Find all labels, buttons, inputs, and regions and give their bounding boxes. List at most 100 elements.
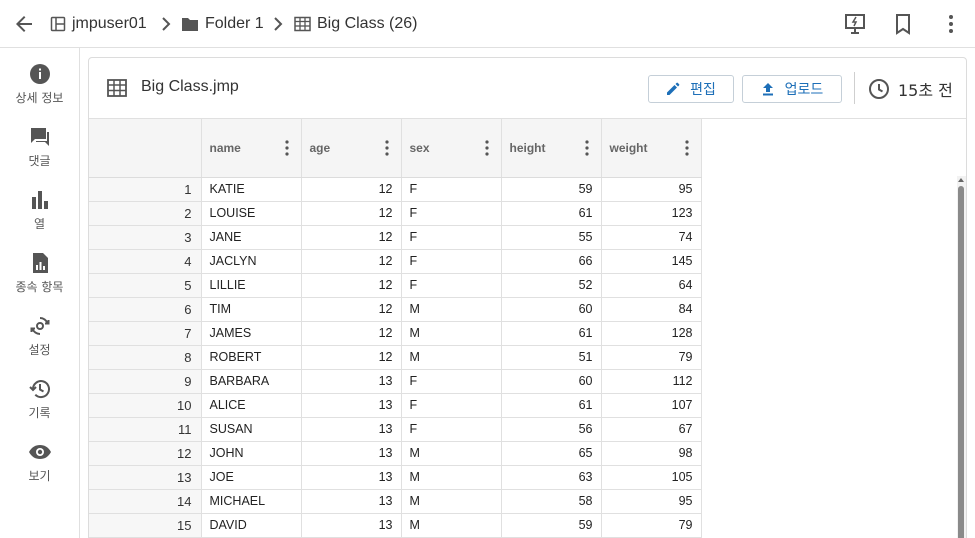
table-cell-height[interactable]: 66 bbox=[501, 249, 602, 274]
table-cell-age[interactable]: 13 bbox=[301, 441, 402, 466]
table-cell-sex[interactable]: F bbox=[401, 417, 502, 442]
table-cell-height[interactable]: 61 bbox=[501, 393, 602, 418]
table-cell-age[interactable]: 12 bbox=[301, 249, 402, 274]
edit-button[interactable]: 편집 bbox=[648, 75, 734, 103]
table-cell-age[interactable]: 13 bbox=[301, 369, 402, 394]
column-menu-icon[interactable] bbox=[584, 140, 589, 156]
column-header[interactable]: height bbox=[501, 119, 602, 178]
row-number[interactable]: 2 bbox=[89, 201, 202, 226]
table-row[interactable]: 4 JACLYN 12 F 66 145 bbox=[89, 249, 702, 274]
table-cell-weight[interactable]: 95 bbox=[601, 489, 702, 514]
table-cell-name[interactable]: JAMES bbox=[201, 321, 302, 346]
table-cell-sex[interactable]: M bbox=[401, 465, 502, 490]
table-row[interactable]: 6 TIM 12 M 60 84 bbox=[89, 297, 702, 322]
table-cell-sex[interactable]: F bbox=[401, 201, 502, 226]
table-cell-sex[interactable]: M bbox=[401, 513, 502, 538]
breadcrumb-folder[interactable]: Folder 1 bbox=[181, 13, 264, 35]
table-cell-height[interactable]: 59 bbox=[501, 177, 602, 202]
table-row[interactable]: 5 LILLIE 12 F 52 64 bbox=[89, 273, 702, 298]
more-vert-icon[interactable] bbox=[939, 12, 963, 36]
row-number[interactable]: 11 bbox=[89, 417, 202, 442]
table-cell-weight[interactable]: 95 bbox=[601, 177, 702, 202]
table-row[interactable]: 11 SUSAN 13 F 56 67 bbox=[89, 417, 702, 442]
nav-item-settings[interactable]: 설정 bbox=[0, 314, 79, 374]
row-number[interactable]: 6 bbox=[89, 297, 202, 322]
row-number[interactable]: 5 bbox=[89, 273, 202, 298]
nav-item-details[interactable]: 상세 정보 bbox=[0, 62, 79, 122]
table-row[interactable]: 7 JAMES 12 M 61 128 bbox=[89, 321, 702, 346]
present-icon[interactable] bbox=[843, 12, 867, 36]
row-number[interactable]: 13 bbox=[89, 465, 202, 490]
table-cell-height[interactable]: 59 bbox=[501, 513, 602, 538]
table-cell-height[interactable]: 51 bbox=[501, 345, 602, 370]
back-arrow-icon[interactable] bbox=[12, 12, 36, 36]
column-header[interactable]: sex bbox=[401, 119, 502, 178]
table-cell-sex[interactable]: M bbox=[401, 297, 502, 322]
table-row[interactable]: 9 BARBARA 13 F 60 112 bbox=[89, 369, 702, 394]
table-cell-age[interactable]: 13 bbox=[301, 393, 402, 418]
nav-item-columns[interactable]: 열 bbox=[0, 188, 79, 248]
table-cell-weight[interactable]: 84 bbox=[601, 297, 702, 322]
table-cell-name[interactable]: JANE bbox=[201, 225, 302, 250]
table-cell-weight[interactable]: 79 bbox=[601, 513, 702, 538]
row-number[interactable]: 15 bbox=[89, 513, 202, 538]
table-cell-name[interactable]: LILLIE bbox=[201, 273, 302, 298]
table-cell-weight[interactable]: 67 bbox=[601, 417, 702, 442]
table-cell-sex[interactable]: M bbox=[401, 441, 502, 466]
table-cell-age[interactable]: 12 bbox=[301, 201, 402, 226]
table-row[interactable]: 8 ROBERT 12 M 51 79 bbox=[89, 345, 702, 370]
nav-item-comments[interactable]: 댓글 bbox=[0, 125, 79, 185]
table-cell-height[interactable]: 58 bbox=[501, 489, 602, 514]
table-cell-age[interactable]: 12 bbox=[301, 297, 402, 322]
table-row[interactable]: 15 DAVID 13 M 59 79 bbox=[89, 513, 702, 538]
breadcrumb-workspace[interactable]: jmpuser01 bbox=[50, 13, 147, 35]
table-row[interactable]: 3 JANE 12 F 55 74 bbox=[89, 225, 702, 250]
row-number[interactable]: 12 bbox=[89, 441, 202, 466]
table-cell-sex[interactable]: M bbox=[401, 489, 502, 514]
table-cell-name[interactable]: DAVID bbox=[201, 513, 302, 538]
column-menu-icon[interactable] bbox=[484, 140, 489, 156]
table-cell-sex[interactable]: M bbox=[401, 321, 502, 346]
upload-button[interactable]: 업로드 bbox=[742, 75, 842, 103]
table-cell-name[interactable]: SUSAN bbox=[201, 417, 302, 442]
table-cell-weight[interactable]: 112 bbox=[601, 369, 702, 394]
table-cell-height[interactable]: 60 bbox=[501, 369, 602, 394]
table-cell-name[interactable]: JOE bbox=[201, 465, 302, 490]
table-cell-name[interactable]: BARBARA bbox=[201, 369, 302, 394]
table-cell-name[interactable]: JACLYN bbox=[201, 249, 302, 274]
table-cell-name[interactable]: JOHN bbox=[201, 441, 302, 466]
table-cell-height[interactable]: 52 bbox=[501, 273, 602, 298]
table-cell-weight[interactable]: 145 bbox=[601, 249, 702, 274]
row-number[interactable]: 14 bbox=[89, 489, 202, 514]
row-number[interactable]: 8 bbox=[89, 345, 202, 370]
table-cell-weight[interactable]: 64 bbox=[601, 273, 702, 298]
table-cell-name[interactable]: MICHAEL bbox=[201, 489, 302, 514]
table-row[interactable]: 1 KATIE 12 F 59 95 bbox=[89, 177, 702, 202]
table-cell-sex[interactable]: F bbox=[401, 369, 502, 394]
table-row[interactable]: 13 JOE 13 M 63 105 bbox=[89, 465, 702, 490]
table-cell-height[interactable]: 61 bbox=[501, 201, 602, 226]
row-number[interactable]: 10 bbox=[89, 393, 202, 418]
table-cell-sex[interactable]: M bbox=[401, 345, 502, 370]
table-cell-weight[interactable]: 123 bbox=[601, 201, 702, 226]
table-cell-sex[interactable]: F bbox=[401, 177, 502, 202]
table-row[interactable]: 10 ALICE 13 F 61 107 bbox=[89, 393, 702, 418]
table-cell-age[interactable]: 12 bbox=[301, 273, 402, 298]
row-number[interactable]: 3 bbox=[89, 225, 202, 250]
nav-item-history[interactable]: 기록 bbox=[0, 377, 79, 437]
table-cell-age[interactable]: 13 bbox=[301, 417, 402, 442]
table-cell-name[interactable]: TIM bbox=[201, 297, 302, 322]
table-cell-age[interactable]: 12 bbox=[301, 321, 402, 346]
column-menu-icon[interactable] bbox=[684, 140, 689, 156]
table-cell-weight[interactable]: 105 bbox=[601, 465, 702, 490]
table-cell-age[interactable]: 12 bbox=[301, 225, 402, 250]
vertical-scrollbar[interactable] bbox=[957, 176, 966, 538]
table-cell-sex[interactable]: F bbox=[401, 249, 502, 274]
nav-item-dependencies[interactable]: 종속 항목 bbox=[0, 251, 79, 311]
table-row[interactable]: 14 MICHAEL 13 M 58 95 bbox=[89, 489, 702, 514]
table-cell-height[interactable]: 60 bbox=[501, 297, 602, 322]
table-cell-height[interactable]: 55 bbox=[501, 225, 602, 250]
table-cell-height[interactable]: 56 bbox=[501, 417, 602, 442]
table-cell-name[interactable]: KATIE bbox=[201, 177, 302, 202]
row-number[interactable]: 4 bbox=[89, 249, 202, 274]
